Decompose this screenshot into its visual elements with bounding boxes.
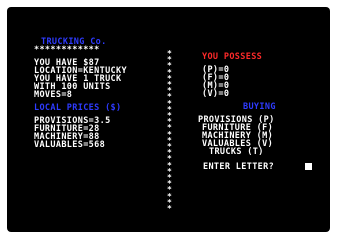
buying-header: BUYING xyxy=(243,102,276,112)
game-screen: TRUCKING Co. ************ YOU HAVE $87 L… xyxy=(7,7,330,232)
local-prices-header: LOCAL PRICES ($) xyxy=(34,103,122,113)
enter-letter-prompt: ENTER LETTER? xyxy=(203,162,275,172)
title-underline: ************ xyxy=(34,45,100,55)
divider-asterisk: * xyxy=(167,204,172,214)
buy-option-trucks[interactable]: TRUCKS (T) xyxy=(209,148,264,157)
price-valuables: VALUABLES=568 xyxy=(34,140,106,150)
asterisk-divider: * * * * * * * * * * * * * * * * * * * * * * * * * * xyxy=(167,49,172,214)
status-moves: MOVES=8 xyxy=(34,90,73,100)
text-cursor[interactable] xyxy=(305,163,312,170)
possess-valuables: (V)=0 xyxy=(202,89,230,99)
you-possess-header: YOU POSSESS xyxy=(202,52,263,62)
